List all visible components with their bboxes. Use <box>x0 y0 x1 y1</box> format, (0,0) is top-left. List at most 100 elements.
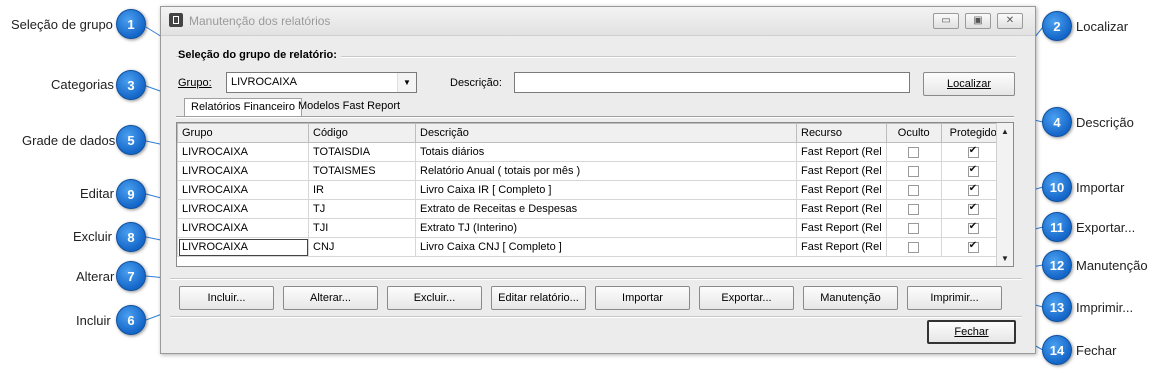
cell-recurso[interactable]: Fast Report (Rel <box>796 218 887 238</box>
cell-codigo[interactable]: IR <box>308 180 416 200</box>
cell-oculto[interactable] <box>885 142 942 162</box>
export-button[interactable]: Exportar... <box>699 286 794 310</box>
cell-grupo[interactable]: LIVROCAIXA <box>177 142 309 162</box>
table-row[interactable]: LIVROCAIXA CNJ Livro Caixa CNJ [ Complet… <box>177 237 1006 257</box>
table-header: Grupo Código Descrição Recurso Oculto Pr… <box>177 123 1006 143</box>
tab-baseline <box>176 116 1014 118</box>
cell-descricao[interactable]: Relatório Anual ( totais por mês ) <box>415 161 797 181</box>
column-header-recurso[interactable]: Recurso <box>796 123 887 143</box>
cell-descricao[interactable]: Extrato TJ (Interino) <box>415 218 797 238</box>
close-icon[interactable]: ✕ <box>997 13 1023 29</box>
tab-modelos-fast-report[interactable]: Modelos Fast Report <box>292 98 406 116</box>
protegido-checkbox[interactable] <box>967 240 979 253</box>
protegido-checkbox[interactable] <box>967 183 979 196</box>
maintenance-button-label: Manutenção <box>820 292 881 304</box>
edit-report-button[interactable]: Editar relatório... <box>491 286 586 310</box>
cell-codigo[interactable]: CNJ <box>308 237 416 257</box>
callout-badge-6: 6 <box>116 305 146 335</box>
chevron-down-icon[interactable]: ▼ <box>397 73 416 92</box>
group-label: Grupo: <box>178 77 212 89</box>
print-button[interactable]: Imprimir... <box>907 286 1002 310</box>
cell-grupo[interactable]: LIVROCAIXA <box>177 199 309 219</box>
callout-badge-11: 11 <box>1042 212 1072 242</box>
cell-descricao[interactable]: Livro Caixa CNJ [ Completo ] <box>415 237 797 257</box>
cell-oculto[interactable] <box>885 218 942 238</box>
search-button[interactable]: Localizar <box>923 72 1015 96</box>
scroll-up-icon[interactable]: ▲ <box>997 123 1013 139</box>
group-caption: Seleção do grupo de relatório: <box>178 49 341 61</box>
cell-recurso[interactable]: Fast Report (Rel <box>796 180 887 200</box>
table-row[interactable]: LIVROCAIXA TOTAISMES Relatório Anual ( t… <box>177 161 1006 181</box>
callout-label-3: Categorias <box>51 77 114 92</box>
group-combo[interactable]: LIVROCAIXA ▼ <box>226 72 417 93</box>
table-row[interactable]: LIVROCAIXA TJI Extrato TJ (Interino) Fas… <box>177 218 1006 238</box>
close-button-label: Fechar <box>954 326 989 338</box>
protegido-checkbox[interactable] <box>967 164 979 177</box>
cell-oculto[interactable] <box>885 237 942 257</box>
callout-label-6: Incluir <box>76 313 111 328</box>
search-button-label: Localizar <box>946 78 992 90</box>
callout-label-7: Alterar <box>76 269 115 284</box>
table-row[interactable]: LIVROCAIXA IR Livro Caixa IR [ Completo … <box>177 180 1006 200</box>
maximize-icon[interactable]: ▣ <box>965 13 991 29</box>
cell-descricao[interactable]: Extrato de Receitas e Despesas <box>415 199 797 219</box>
cell-grupo[interactable]: LIVROCAIXA <box>177 237 309 257</box>
callout-badge-9: 9 <box>116 179 146 209</box>
callout-badge-12: 12 <box>1042 250 1072 280</box>
oculto-checkbox[interactable] <box>908 184 920 196</box>
oculto-checkbox[interactable] <box>908 241 920 253</box>
cell-grupo[interactable]: LIVROCAIXA <box>177 180 309 200</box>
delete-button[interactable]: Excluir... <box>387 286 482 310</box>
cell-codigo[interactable]: TOTAISMES <box>308 161 416 181</box>
protegido-checkbox[interactable] <box>967 221 979 234</box>
grid-scrollbar[interactable]: ▲ ▼ <box>996 123 1013 266</box>
callout-label-11: Exportar... <box>1076 220 1136 235</box>
cell-recurso[interactable]: Fast Report (Rel <box>796 237 887 257</box>
cell-oculto[interactable] <box>885 199 942 219</box>
title-bar[interactable]: Manutenção dos relatórios ▭ ▣ ✕ <box>161 7 1035 36</box>
maintenance-button[interactable]: Manutenção <box>803 286 898 310</box>
import-button-label: Importar <box>622 292 663 304</box>
delete-button-label: Excluir... <box>413 292 456 304</box>
cell-codigo[interactable]: TJ <box>308 199 416 219</box>
cell-grupo[interactable]: LIVROCAIXA <box>177 161 309 181</box>
callout-badge-4: 4 <box>1042 107 1072 137</box>
callout-label-12: Manutenção <box>1076 258 1148 273</box>
oculto-checkbox[interactable] <box>908 222 920 234</box>
column-header-codigo[interactable]: Código <box>308 123 416 143</box>
tab-relatorios-financeiro[interactable]: Relatórios Financeiro <box>184 98 302 116</box>
export-button-label: Exportar... <box>721 292 772 304</box>
callout-label-5: Grade de dados <box>22 133 116 148</box>
protegido-checkbox[interactable] <box>967 145 979 158</box>
table-row[interactable]: LIVROCAIXA TOTAISDIA Totais diários Fast… <box>177 142 1006 162</box>
oculto-checkbox[interactable] <box>908 146 920 158</box>
print-button-label: Imprimir... <box>930 292 979 304</box>
cell-descricao[interactable]: Totais diários <box>415 142 797 162</box>
scroll-down-icon[interactable]: ▼ <box>997 250 1013 266</box>
description-input[interactable] <box>514 72 910 93</box>
cell-recurso[interactable]: Fast Report (Rel <box>796 199 887 219</box>
cell-oculto[interactable] <box>885 161 942 181</box>
protegido-checkbox[interactable] <box>967 202 979 215</box>
column-header-oculto[interactable]: Oculto <box>885 123 942 143</box>
oculto-checkbox[interactable] <box>908 165 920 177</box>
close-button[interactable]: Fechar <box>927 320 1016 344</box>
window-title: Manutenção dos relatórios <box>189 14 331 28</box>
import-button[interactable]: Importar <box>595 286 690 310</box>
include-button[interactable]: Incluir... <box>179 286 274 310</box>
column-header-grupo[interactable]: Grupo <box>177 123 309 143</box>
minimize-icon[interactable]: ▭ <box>933 13 959 29</box>
column-header-descricao[interactable]: Descrição <box>415 123 797 143</box>
edit-button[interactable]: Alterar... <box>283 286 378 310</box>
table-row[interactable]: LIVROCAIXA TJ Extrato de Receitas e Desp… <box>177 199 1006 219</box>
cell-oculto[interactable] <box>885 180 942 200</box>
cell-descricao[interactable]: Livro Caixa IR [ Completo ] <box>415 180 797 200</box>
oculto-checkbox[interactable] <box>908 203 920 215</box>
reports-grid[interactable]: Grupo Código Descrição Recurso Oculto Pr… <box>176 122 1014 267</box>
callout-label-9: Editar <box>80 186 114 201</box>
cell-grupo[interactable]: LIVROCAIXA <box>177 218 309 238</box>
cell-recurso[interactable]: Fast Report (Rel <box>796 161 887 181</box>
cell-codigo[interactable]: TJI <box>308 218 416 238</box>
cell-recurso[interactable]: Fast Report (Rel <box>796 142 887 162</box>
cell-codigo[interactable]: TOTAISDIA <box>308 142 416 162</box>
